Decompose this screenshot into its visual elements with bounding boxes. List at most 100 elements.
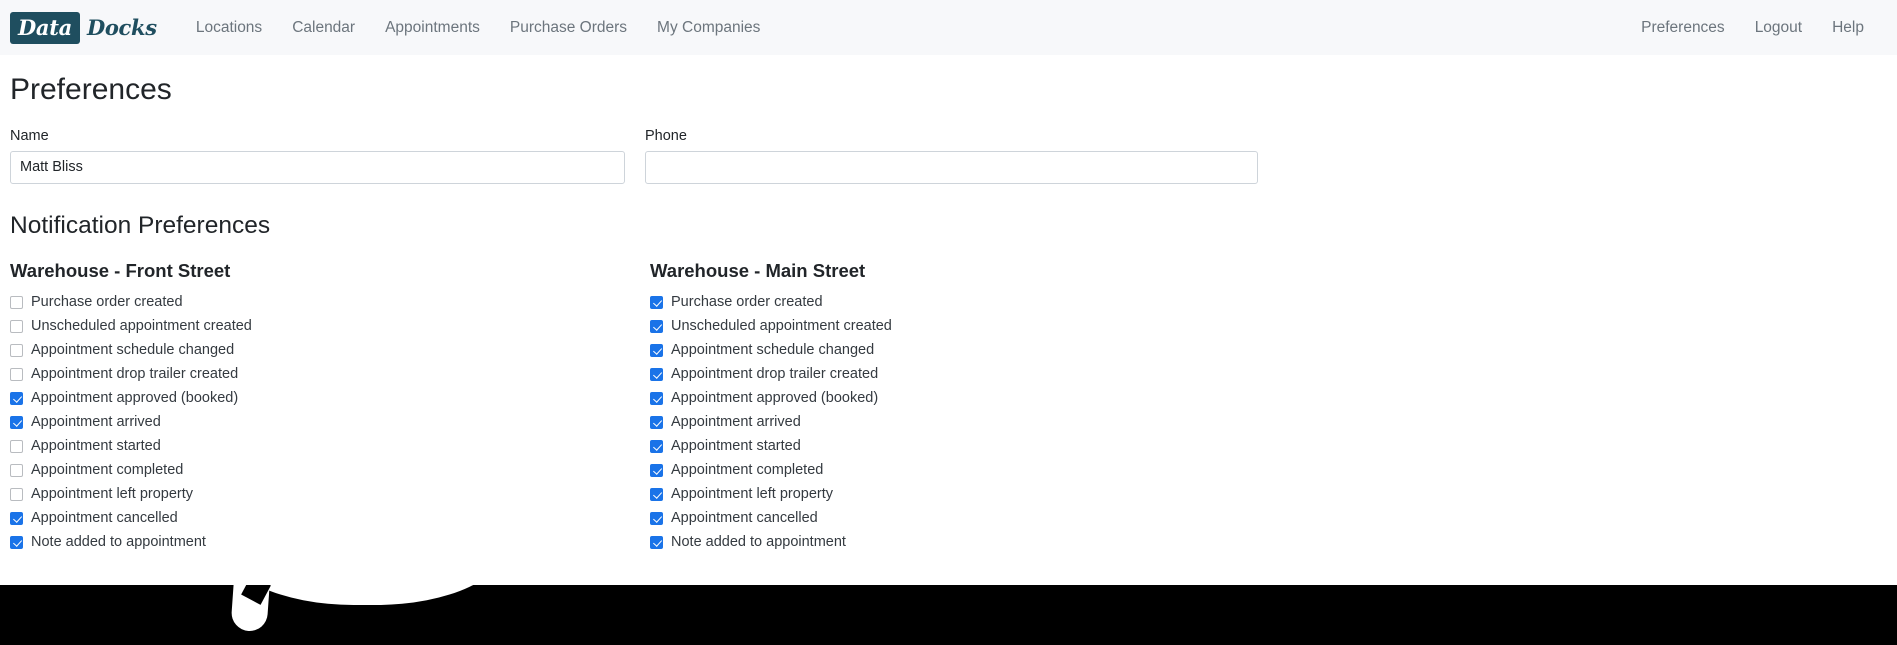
checkbox-checked-icon[interactable] (650, 511, 663, 525)
notification-checkbox-label: Note added to appointment (31, 534, 206, 551)
navbar-right-group: Preferences Logout Help (1626, 13, 1879, 43)
column-title-front-street: Warehouse - Front Street (10, 260, 231, 282)
notification-checkbox-label: Appointment arrived (671, 414, 801, 431)
checkbox-list-main-street: Purchase order created Unscheduled appoin… (650, 290, 1290, 554)
nav-link-logout[interactable]: Logout (1740, 13, 1817, 43)
nav-link-preferences[interactable]: Preferences (1626, 13, 1740, 43)
notification-columns: Warehouse - Front Street Purchase order … (10, 259, 1887, 554)
notification-checkbox-row[interactable]: Appointment schedule changed (10, 338, 650, 362)
nav-link-calendar[interactable]: Calendar (277, 13, 370, 43)
notification-checkbox-row[interactable]: Note added to appointment (10, 530, 650, 554)
notification-checkbox-label: Appointment left property (671, 486, 834, 503)
white-overlay-drip-shape (230, 585, 270, 633)
notification-checkbox-label: Appointment completed (671, 462, 824, 479)
top-navbar: Data Docks Locations Calendar Appointmen… (0, 0, 1897, 55)
brand-logo-word: Docks (86, 15, 157, 40)
checkbox-unchecked-icon[interactable] (10, 343, 23, 357)
notification-checkbox-row[interactable]: Appointment approved (booked) (650, 386, 1290, 410)
phone-form-group: Phone (645, 127, 1258, 184)
notification-checkbox-row[interactable]: Appointment drop trailer created (650, 362, 1290, 386)
checkbox-unchecked-icon[interactable] (10, 295, 23, 309)
checkbox-checked-icon[interactable] (10, 391, 23, 405)
notification-checkbox-row[interactable]: Unscheduled appointment created (650, 314, 1290, 338)
notification-checkbox-row[interactable]: Appointment approved (booked) (10, 386, 650, 410)
page-content: Preferences Name Phone Notification Pref… (0, 72, 1897, 554)
notification-column-front-street: Warehouse - Front Street Purchase order … (10, 259, 650, 554)
checkbox-unchecked-icon[interactable] (10, 367, 23, 381)
notification-checkbox-row[interactable]: Appointment completed (10, 458, 650, 482)
notification-checkbox-row[interactable]: Appointment drop trailer created (10, 362, 650, 386)
column-title-main-street: Warehouse - Main Street (650, 260, 866, 282)
nav-link-my-companies[interactable]: My Companies (642, 13, 775, 43)
checkbox-unchecked-icon[interactable] (10, 487, 23, 501)
checkbox-checked-icon[interactable] (10, 535, 23, 549)
notification-checkbox-label: Purchase order created (31, 294, 183, 311)
notification-checkbox-label: Appointment drop trailer created (31, 366, 239, 383)
checkbox-list-front-street: Purchase order created Unscheduled appoin… (10, 290, 650, 554)
checkbox-checked-icon[interactable] (650, 415, 663, 429)
checkbox-checked-icon[interactable] (650, 535, 663, 549)
notification-checkbox-row[interactable]: Appointment started (10, 434, 650, 458)
notification-checkbox-label: Appointment approved (booked) (31, 390, 239, 407)
notification-checkbox-label: Appointment schedule changed (671, 342, 875, 359)
black-overlay-notch-shape (241, 585, 271, 605)
checkbox-unchecked-icon[interactable] (10, 439, 23, 453)
bottom-black-bar (0, 585, 1897, 645)
notification-checkbox-row[interactable]: Appointment completed (650, 458, 1290, 482)
notification-checkbox-row[interactable]: Appointment schedule changed (650, 338, 1290, 362)
notification-checkbox-row[interactable]: Appointment arrived (10, 410, 650, 434)
notification-checkbox-row[interactable]: Appointment cancelled (10, 506, 650, 530)
profile-form-row: Name Phone (10, 127, 1887, 184)
white-overlay-shape (222, 585, 508, 605)
nav-link-appointments[interactable]: Appointments (370, 13, 495, 43)
notification-checkbox-row[interactable]: Purchase order created (650, 290, 1290, 314)
checkbox-checked-icon[interactable] (650, 439, 663, 453)
phone-input[interactable] (645, 150, 1258, 184)
section-title-notification-preferences: Notification Preferences (10, 211, 271, 239)
checkbox-unchecked-icon[interactable] (10, 319, 23, 333)
notification-column-main-street: Warehouse - Main Street Purchase order c… (650, 259, 1290, 554)
checkbox-unchecked-icon[interactable] (10, 463, 23, 477)
notification-checkbox-label: Unscheduled appointment created (671, 318, 892, 335)
notification-checkbox-label: Unscheduled appointment created (31, 318, 252, 335)
notification-checkbox-row[interactable]: Appointment cancelled (650, 506, 1290, 530)
checkbox-checked-icon[interactable] (650, 487, 663, 501)
name-input[interactable] (10, 150, 625, 184)
nav-link-help[interactable]: Help (1817, 13, 1879, 43)
notification-checkbox-row[interactable]: Note added to appointment (650, 530, 1290, 554)
checkbox-checked-icon[interactable] (10, 511, 23, 525)
notification-checkbox-row[interactable]: Purchase order created (10, 290, 650, 314)
nav-link-purchase-orders[interactable]: Purchase Orders (495, 13, 642, 43)
page-title: Preferences (10, 73, 172, 106)
brand-logo[interactable]: Data Docks (10, 11, 157, 44)
phone-label: Phone (645, 128, 687, 144)
checkbox-checked-icon[interactable] (650, 343, 663, 357)
checkbox-checked-icon[interactable] (650, 391, 663, 405)
notification-checkbox-row[interactable]: Appointment arrived (650, 410, 1290, 434)
notification-checkbox-row[interactable]: Unscheduled appointment created (10, 314, 650, 338)
notification-checkbox-label: Appointment arrived (31, 414, 161, 431)
checkbox-checked-icon[interactable] (10, 415, 23, 429)
notification-checkbox-label: Note added to appointment (671, 534, 846, 551)
notification-checkbox-label: Appointment completed (31, 462, 184, 479)
checkbox-checked-icon[interactable] (650, 295, 663, 309)
notification-checkbox-label: Appointment cancelled (31, 510, 178, 527)
notification-checkbox-row[interactable]: Appointment started (650, 434, 1290, 458)
nav-link-locations[interactable]: Locations (181, 13, 277, 43)
name-label: Name (10, 128, 49, 144)
notification-checkbox-label: Appointment schedule changed (31, 342, 235, 359)
checkbox-checked-icon[interactable] (650, 367, 663, 381)
notification-checkbox-label: Appointment started (31, 438, 161, 455)
brand-logo-box: Data (10, 11, 80, 44)
name-form-group: Name (10, 127, 625, 184)
notification-checkbox-label: Appointment left property (31, 486, 194, 503)
checkbox-checked-icon[interactable] (650, 319, 663, 333)
checkbox-checked-icon[interactable] (650, 463, 663, 477)
notification-checkbox-label: Appointment cancelled (671, 510, 818, 527)
notification-checkbox-row[interactable]: Appointment left property (650, 482, 1290, 506)
notification-checkbox-label: Appointment drop trailer created (671, 366, 879, 383)
notification-checkbox-label: Appointment approved (booked) (671, 390, 879, 407)
notification-checkbox-row[interactable]: Appointment left property (10, 482, 650, 506)
navbar-left-group: Data Docks Locations Calendar Appointmen… (10, 11, 775, 44)
notification-checkbox-label: Purchase order created (671, 294, 823, 311)
